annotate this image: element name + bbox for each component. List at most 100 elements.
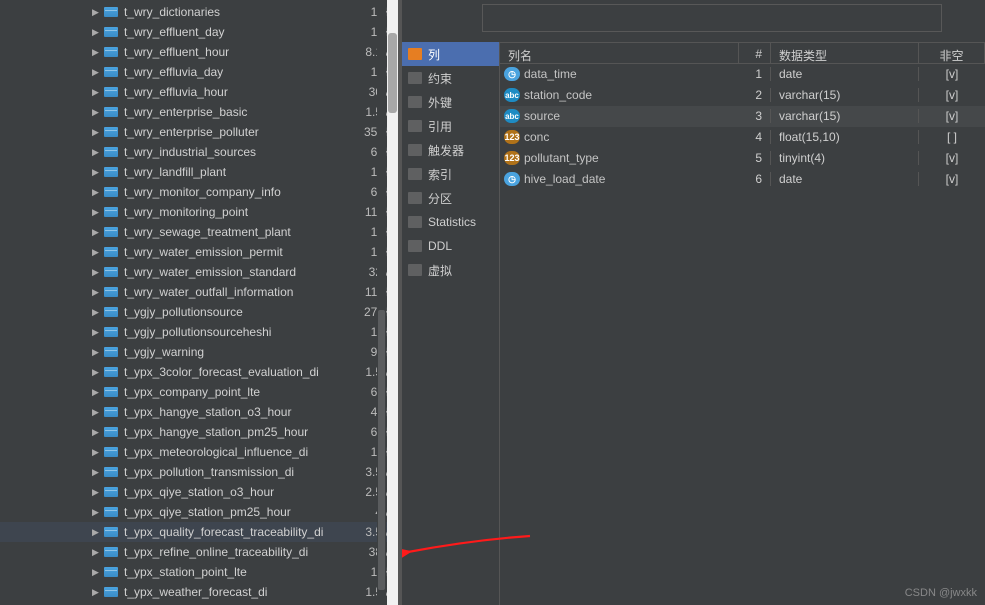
table-row[interactable]: ▶t_ypx_pollution_transmission_di3.5M: [0, 462, 398, 482]
category-item[interactable]: Statistics: [402, 210, 499, 234]
table-row[interactable]: ▶t_ypx_qiye_station_o3_hour2.5M: [0, 482, 398, 502]
chevron-right-icon: ▶: [92, 47, 100, 58]
chevron-right-icon: ▶: [92, 327, 100, 338]
table-row[interactable]: ▶t_ypx_hangye_station_pm25_hour64K: [0, 422, 398, 442]
table-row[interactable]: ▶t_wry_industrial_sources64K: [0, 142, 398, 162]
column-row[interactable]: abcstation_code2varchar(15)[v]: [500, 85, 985, 106]
nav-scrollbar-inner[interactable]: [377, 0, 386, 605]
folder-icon: [408, 72, 422, 84]
table-row[interactable]: ▶t_ygjy_warning96K: [0, 342, 398, 362]
chevron-right-icon: ▶: [92, 487, 100, 498]
table-icon: [104, 467, 118, 477]
table-row[interactable]: ▶t_wry_effluent_hour8.1M: [0, 42, 398, 62]
table-row[interactable]: ▶t_wry_landfill_plant16K: [0, 162, 398, 182]
table-row[interactable]: ▶t_ypx_quality_forecast_traceability_di3…: [0, 522, 398, 542]
folder-icon: [408, 48, 422, 60]
table-row[interactable]: ▶t_ypx_qiye_station_pm25_hour4M: [0, 502, 398, 522]
category-label: 列: [428, 46, 440, 63]
column-row[interactable]: ◷data_time1date[v]: [500, 64, 985, 85]
column-name: pollutant_type: [524, 151, 599, 165]
category-item[interactable]: 分区: [402, 186, 499, 210]
category-item[interactable]: 索引: [402, 162, 499, 186]
chevron-right-icon: ▶: [92, 147, 100, 158]
table-row[interactable]: ▶t_ypx_refine_online_traceability_di38M: [0, 542, 398, 562]
chevron-right-icon: ▶: [92, 447, 100, 458]
table-icon: [104, 167, 118, 177]
chevron-right-icon: ▶: [92, 7, 100, 18]
column-row[interactable]: 123conc4float(15,10)[ ]: [500, 127, 985, 148]
datatype-icon: abc: [504, 88, 520, 102]
folder-icon: [408, 96, 422, 108]
column-notnull: [v]: [919, 88, 985, 102]
table-row[interactable]: ▶t_ypx_weather_forecast_di1.5M: [0, 582, 398, 602]
column-row[interactable]: ◷hive_load_date6date[v]: [500, 169, 985, 190]
category-item[interactable]: DDL: [402, 234, 499, 258]
header-col-num[interactable]: #: [739, 43, 771, 63]
chevron-right-icon: ▶: [92, 287, 100, 298]
table-row[interactable]: ▶t_wry_water_outfall_information112K: [0, 282, 398, 302]
chevron-right-icon: ▶: [92, 247, 100, 258]
chevron-right-icon: ▶: [92, 347, 100, 358]
column-name: conc: [524, 130, 549, 144]
column-row[interactable]: 123pollutant_type5tinyint(4)[v]: [500, 148, 985, 169]
table-name: t_wry_dictionaries: [124, 5, 348, 19]
chevron-right-icon: ▶: [92, 387, 100, 398]
column-num: 5: [739, 151, 771, 165]
table-row[interactable]: ▶t_wry_water_emission_permit16K: [0, 242, 398, 262]
table-icon: [104, 107, 118, 117]
table-name: t_wry_sewage_treatment_plant: [124, 225, 348, 239]
table-icon: [104, 307, 118, 317]
folder-icon: [408, 144, 422, 156]
table-row[interactable]: ▶t_ygjy_pollutionsourceheshi16K: [0, 322, 398, 342]
table-icon: [104, 147, 118, 157]
chevron-right-icon: ▶: [92, 127, 100, 138]
column-num: 3: [739, 109, 771, 123]
table-row[interactable]: ▶t_wry_effluvia_day16K: [0, 62, 398, 82]
table-row[interactable]: ▶t_wry_effluent_day16K: [0, 22, 398, 42]
header-col-type[interactable]: 数据类型: [771, 43, 919, 63]
table-icon: [104, 407, 118, 417]
datatype-icon: ◷: [504, 67, 520, 81]
category-item[interactable]: 约束: [402, 66, 499, 90]
column-row[interactable]: abcsource3varchar(15)[v]: [500, 106, 985, 127]
category-item[interactable]: 虚拟: [402, 258, 499, 282]
table-row[interactable]: ▶t_wry_monitoring_point112K: [0, 202, 398, 222]
table-row[interactable]: ▶t_ypx_station_point_lte16K: [0, 562, 398, 582]
table-row[interactable]: ▶t_ypx_company_point_lte64K: [0, 382, 398, 402]
column-name: hive_load_date: [524, 172, 605, 186]
chevron-right-icon: ▶: [92, 567, 100, 578]
table-name: t_wry_effluent_hour: [124, 45, 348, 59]
table-icon: [104, 427, 118, 437]
table-row[interactable]: ▶t_ypx_meteorological_influence_di16K: [0, 442, 398, 462]
table-row[interactable]: ▶t_wry_enterprise_polluter352K: [0, 122, 398, 142]
chevron-right-icon: ▶: [92, 367, 100, 378]
table-row[interactable]: ▶t_ypx_3color_forecast_evaluation_di1.5M: [0, 362, 398, 382]
table-row[interactable]: ▶t_wry_water_emission_standard32M: [0, 262, 398, 282]
empty-frame: [482, 4, 942, 32]
table-row[interactable]: ▶t_wry_enterprise_basic1.5M: [0, 102, 398, 122]
table-row[interactable]: ▶t_ygjy_pollutionsource272K: [0, 302, 398, 322]
table-name: t_wry_monitor_company_info: [124, 185, 348, 199]
chevron-right-icon: ▶: [92, 267, 100, 278]
table-row[interactable]: ▶t_wry_effluvia_hour30M: [0, 82, 398, 102]
category-list[interactable]: 列约束外键引用触发器索引分区Statistics DDL 虚拟: [402, 42, 500, 605]
category-item[interactable]: 触发器: [402, 138, 499, 162]
table-tree[interactable]: ▶t_wry_dictionaries16K▶t_wry_effluent_da…: [0, 0, 398, 605]
header-col-nn[interactable]: 非空: [919, 43, 985, 63]
category-label: DDL: [428, 239, 452, 253]
category-item[interactable]: 外键: [402, 90, 499, 114]
navigator-panel: ▶t_wry_dictionaries16K▶t_wry_effluent_da…: [0, 0, 398, 605]
category-item[interactable]: 列: [402, 42, 499, 66]
column-num: 2: [739, 88, 771, 102]
table-row[interactable]: ▶t_wry_dictionaries16K: [0, 2, 398, 22]
scrollbar-thumb[interactable]: [378, 310, 385, 590]
header-col-name[interactable]: 列名: [500, 43, 739, 63]
columns-rows[interactable]: ◷data_time1date[v]abcstation_code2varcha…: [500, 64, 985, 605]
table-row[interactable]: ▶t_wry_monitor_company_info64K: [0, 182, 398, 202]
table-name: t_ypx_qiye_station_pm25_hour: [124, 505, 348, 519]
table-row[interactable]: ▶t_ypx_hangye_station_o3_hour48K: [0, 402, 398, 422]
scrollbar-thumb[interactable]: [388, 33, 397, 113]
category-item[interactable]: 引用: [402, 114, 499, 138]
nav-scrollbar-outer[interactable]: [387, 0, 398, 605]
table-row[interactable]: ▶t_wry_sewage_treatment_plant16K: [0, 222, 398, 242]
